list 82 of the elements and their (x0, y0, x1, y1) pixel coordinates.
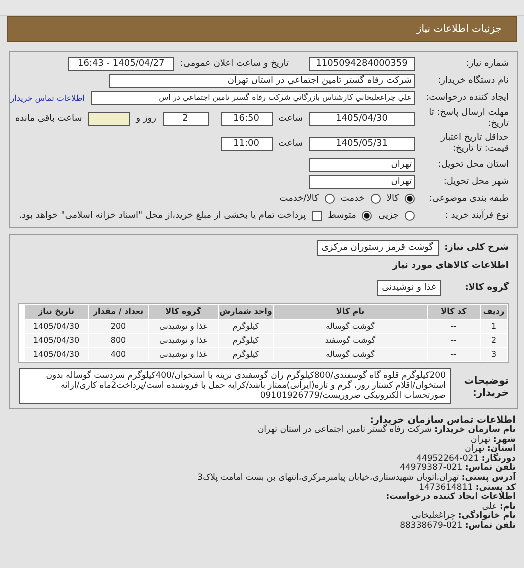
checkbox[interactable] (312, 211, 322, 221)
section-heading: اطلاعات ایجاد کننده درخواست: (385, 493, 516, 502)
contact-line: نام: علی (482, 502, 516, 512)
need-number-field[interactable]: 1105094284000359 (309, 57, 415, 71)
radio-button[interactable] (405, 194, 415, 204)
table-cell: 2 (481, 334, 507, 347)
field-label: نام دستگاه خریدار: (437, 76, 509, 86)
field-label: ساعت (278, 138, 303, 150)
field-label: طبقه بندی موضوعی: (428, 194, 509, 204)
table-cell: گوشت گوساله (274, 320, 427, 333)
table-cell: 1405/04/30 (25, 320, 88, 333)
field-label: حداقل تاریخ اعتبار قیمت: تا تاریخ: (440, 133, 509, 155)
field-label: نوع فرآیند خرید : (444, 210, 509, 222)
announce-date-field[interactable]: 1405/04/27 - 16:43 (68, 57, 174, 71)
radio-button[interactable] (324, 194, 335, 204)
field-label: ساعت (278, 114, 303, 124)
table-cell: 3 (481, 348, 507, 361)
validity-time-field[interactable]: 11:00 (220, 137, 272, 151)
table-cell: غذا و نوشیدنی (149, 320, 218, 333)
page-header: جزئیات اطلاعات نیاز (7, 16, 517, 42)
radio-button[interactable] (370, 194, 381, 204)
buyer-notes: 200کیلوگرم قلوه گاه گوسفندی/800کیلوگرم ران گوسفندی نرینه با استخوان/400کیلوگرم سردست گوساله بدون استخوان/اقلام کشتار روز، گرم و تازه(ایرانی)ممتاز باشد/کرایه حمل با فروشنده است/پرداخت2ماه کاری/ارائه صورتحساب الکترونیکی ضروریست/09101926779 (19, 368, 451, 404)
field-label: استان محل تحویل: (437, 160, 509, 170)
validity-date-field[interactable]: 1405/05/31 (309, 137, 415, 151)
contact-line: شهر: تهران (471, 436, 516, 445)
table-cell: کیلوگرم (219, 348, 273, 361)
column-header: گروه کالا (149, 305, 218, 319)
radio-label: متوسط (328, 211, 356, 221)
contact-line: استان: تهران (464, 445, 516, 454)
summary-field[interactable]: گوشت قرمز رستوران مرکزی (316, 240, 439, 256)
radio-button[interactable] (405, 211, 415, 221)
field-label: تاریخ و ساعت اعلان عمومی: (180, 58, 289, 70)
contact-line: نام خانوادگی: چراغعلیخانی (410, 512, 516, 522)
table-cell: -- (428, 348, 480, 361)
column-header: نام کالا (274, 305, 427, 319)
province-field[interactable]: تهران (309, 158, 415, 172)
contact-line: نام سازمان خریدار: شرکت رفاه گستر تامین اجتماعی در استان تهران (256, 426, 516, 436)
table-cell: 200 (89, 320, 148, 333)
table-cell: 400 (89, 348, 148, 361)
field-label: ساعت باقی مانده (15, 114, 82, 124)
field-label: توضیحات خریدار: (463, 376, 509, 400)
contact-line: آدرس پستی: تهران،اتوبان شهیدستاری،خیابان پیامبرمرکزی،انتهای بن بست امامت پلاک3 (196, 474, 516, 484)
section-title: اطلاعات کالاهای مورد نیاز (392, 261, 509, 271)
radio-button[interactable] (362, 211, 372, 221)
field-label: شهر محل تحویل: (442, 176, 509, 188)
field-label: شرح کلی نیاز: (444, 243, 509, 253)
buyer-field[interactable]: شركت رفاه گستر تامين اجتماعي در استان تهران (109, 74, 415, 88)
table-cell: کیلوگرم (219, 320, 273, 333)
table-cell: 800 (89, 334, 148, 347)
contact-title: اطلاعات تماس سازمان خریدار: (370, 415, 516, 426)
table-cell: گوشت گوساله (274, 348, 427, 361)
goods-group-field[interactable]: غذا و نوشیدنی (377, 280, 442, 296)
column-header: واحد شمارش (219, 305, 273, 319)
column-header: تعداد / مقدار (89, 305, 148, 319)
field-label: روز و (136, 114, 156, 124)
table-cell: غذا و نوشیدنی (149, 348, 218, 361)
table-cell: 1405/04/30 (25, 348, 88, 361)
deadline-date-field[interactable]: 1405/04/30 (309, 112, 415, 126)
column-header: کد کالا (428, 305, 480, 319)
table-cell: -- (428, 320, 480, 333)
days-field[interactable]: 2 (162, 112, 208, 126)
city-field[interactable]: تهران (309, 175, 415, 189)
table-cell: گوشت گوسفند (274, 334, 427, 347)
table-cell: -- (428, 334, 480, 347)
deadline-time-field[interactable]: 16:50 (220, 112, 272, 126)
column-header: ردیف (481, 305, 507, 319)
remaining-field[interactable] (88, 112, 130, 126)
checkbox-label: پرداخت تمام یا بخشی از مبلغ خرید،از محل "اسناد خزانه اسلامی" خواهد بود. (19, 211, 306, 221)
contact-link[interactable]: اطلاعات تماس خریدار (10, 94, 85, 102)
radio-label: کالا (386, 194, 399, 204)
table-cell: کیلوگرم (219, 334, 273, 347)
column-header: تاریخ نیاز (25, 305, 88, 319)
radio-label: کالا/خدمت (280, 194, 319, 204)
table-cell: غذا و نوشیدنی (149, 334, 218, 347)
field-label: شماره نیاز: (465, 58, 509, 70)
table-cell: 1405/04/30 (25, 334, 88, 347)
radio-label: خدمت (340, 194, 365, 204)
field-label: ایجاد کننده درخواست: (425, 92, 509, 104)
radio-label: جزیی (378, 211, 399, 221)
field-label: مهلت ارسال پاسخ: تا تاریخ: (428, 108, 509, 130)
field-label: گروه کالا: (465, 283, 509, 293)
table-cell: 1 (481, 320, 507, 333)
